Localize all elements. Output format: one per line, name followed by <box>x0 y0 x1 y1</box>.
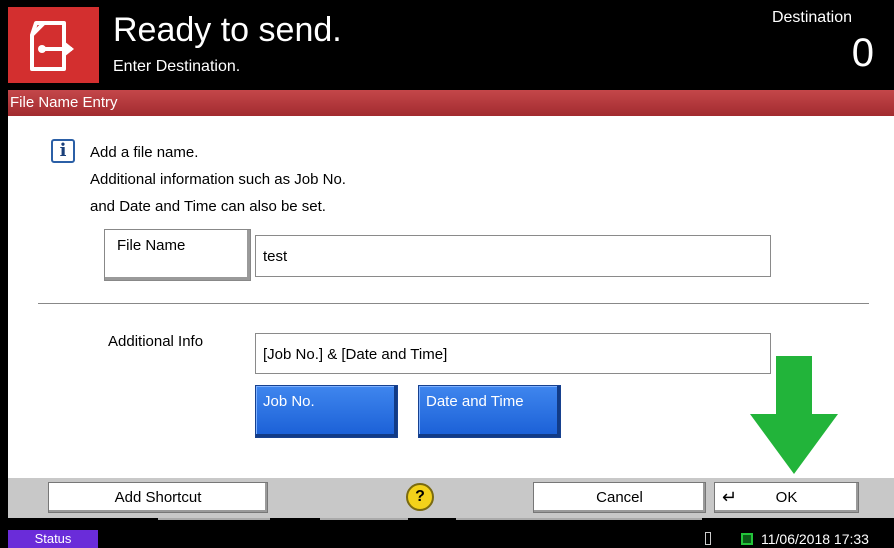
send-document-icon <box>8 7 99 83</box>
divider <box>320 518 408 520</box>
job-no-button[interactable]: Job No. <box>255 385 398 438</box>
file-name-entry-panel: i Add a file name. Additional informatio… <box>8 116 894 478</box>
ok-button[interactable]: ↵ OK <box>714 482 859 513</box>
info-text-line-3: and Date and Time can also be set. <box>90 198 326 215</box>
info-text-line-1: Add a file name. <box>90 144 199 161</box>
additional-info-label: Additional Info <box>108 333 204 350</box>
file-name-field[interactable]: test <box>255 235 771 277</box>
divider <box>38 303 869 304</box>
status-bar: Status 11/06/2018 17:33 <box>8 530 894 548</box>
destination-count: 0 <box>851 31 874 75</box>
network-icon <box>741 533 753 545</box>
status-button[interactable]: Status <box>8 530 98 548</box>
ok-label: OK <box>775 489 798 506</box>
help-icon[interactable]: ? <box>406 483 434 511</box>
divider <box>456 518 702 520</box>
info-text-line-2: Additional information such as Job No. <box>90 171 346 188</box>
memory-icon <box>705 532 711 545</box>
date-and-time-button[interactable]: Date and Time <box>418 385 561 438</box>
header: Ready to send. Enter Destination. Destin… <box>0 0 894 88</box>
file-name-button[interactable]: File Name <box>104 229 251 281</box>
info-icon: i <box>51 139 75 163</box>
datetime: 11/06/2018 17:33 <box>761 531 869 547</box>
page-subtitle: Enter Destination. <box>113 58 241 75</box>
add-shortcut-button[interactable]: Add Shortcut <box>48 482 268 513</box>
cancel-button[interactable]: Cancel <box>533 482 706 513</box>
divider <box>158 518 270 520</box>
page-title: Ready to send. <box>113 11 342 49</box>
destination-label: Destination <box>771 9 852 26</box>
dialog-title: File Name Entry <box>8 90 894 116</box>
additional-info-field[interactable]: [Job No.] & [Date and Time] <box>255 333 771 374</box>
bottom-button-bar: Add Shortcut ? Cancel ↵ OK <box>8 478 894 518</box>
down-arrow-icon <box>750 356 838 474</box>
enter-icon: ↵ <box>722 487 738 507</box>
